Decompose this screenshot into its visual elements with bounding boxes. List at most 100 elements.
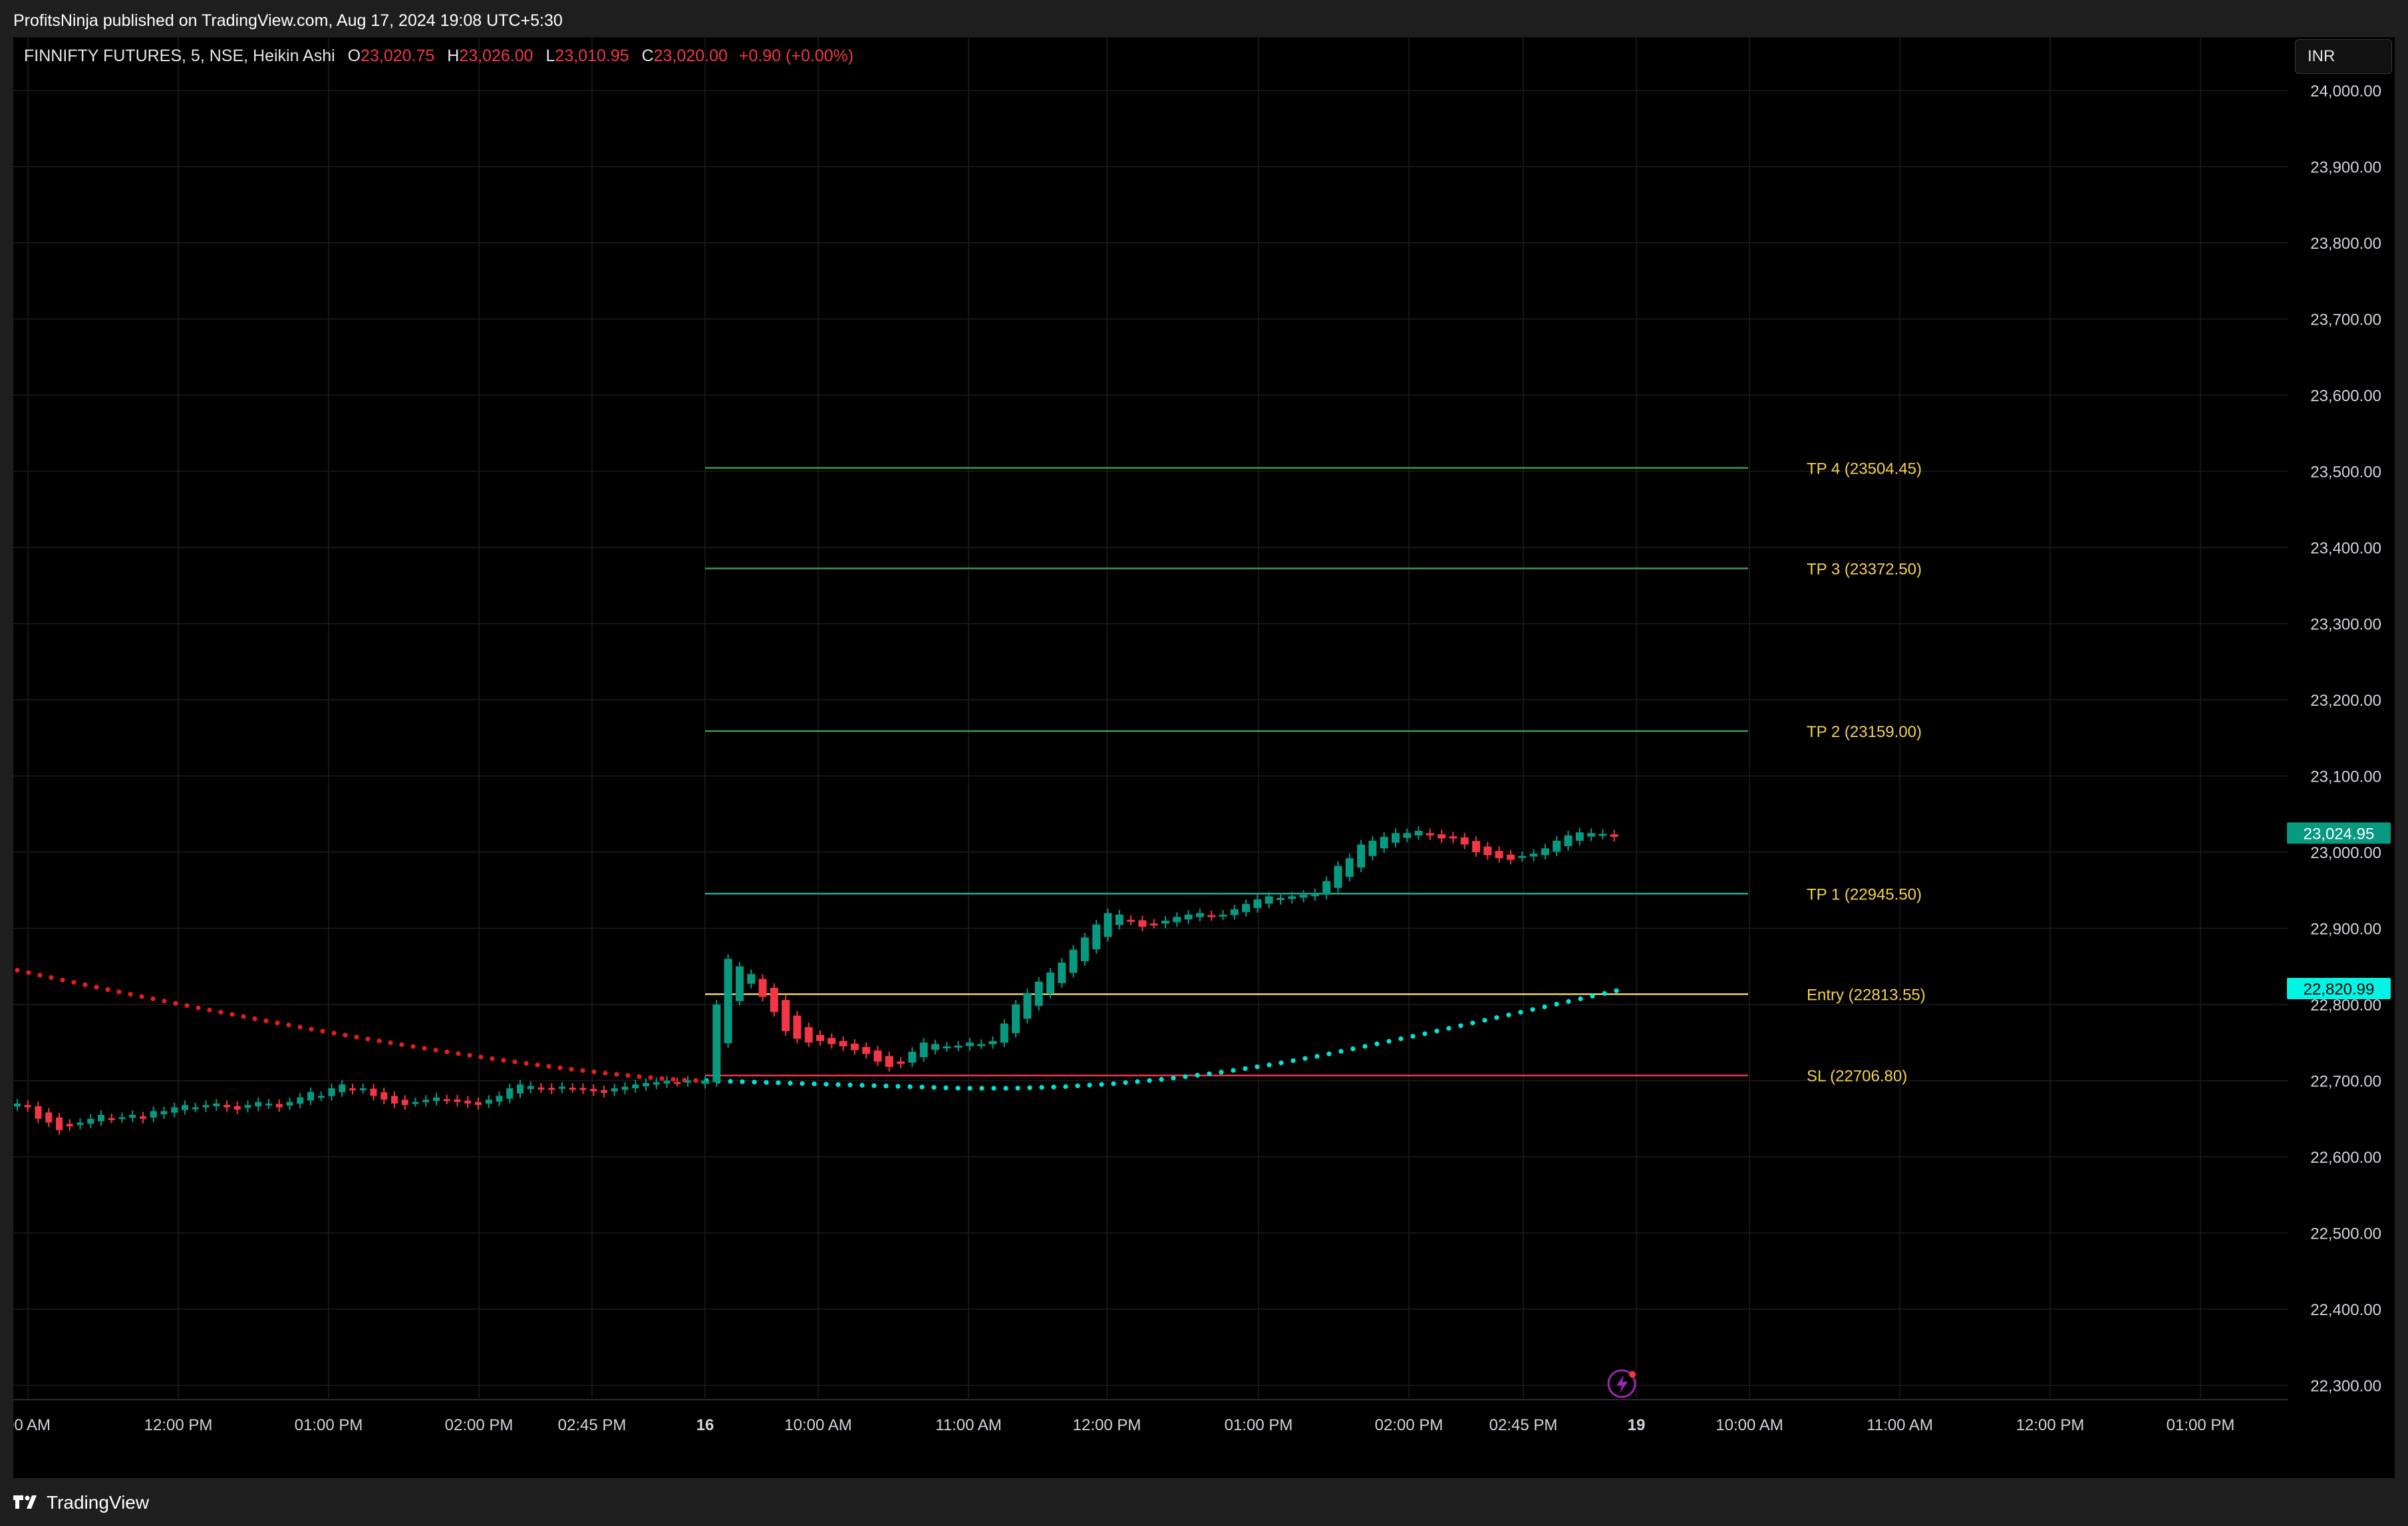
trail-dot-cyan [859, 1082, 865, 1088]
trail-dot-red [603, 1070, 608, 1076]
trail-dot-cyan [740, 1079, 745, 1084]
candle [1357, 844, 1366, 868]
candle [1265, 896, 1273, 904]
trail-dot-red [150, 996, 156, 1002]
trail-dot-cyan [1434, 1028, 1439, 1034]
currency-button[interactable]: INR [2295, 39, 2392, 74]
symbol-info[interactable]: FINNIFTY FUTURES, 5, NSE, Heikin Ashi [24, 47, 335, 65]
time-tick-label: 02:45 PM [1489, 1416, 1558, 1434]
open-label: O [347, 47, 361, 65]
candle [1575, 832, 1584, 841]
trail-dot-cyan [1147, 1078, 1152, 1083]
candle [255, 1102, 262, 1107]
candle [590, 1088, 597, 1092]
trail-dot-red [162, 998, 167, 1004]
time-tick-label: 12:00 PM [1073, 1416, 1141, 1434]
candle [701, 1080, 709, 1084]
trail-dot-red [467, 1052, 472, 1058]
time-axis: 00 AM 12:00 PM 01:00 PM 02:00 PM 02:45 PM 16 1… [13, 1416, 2234, 1434]
price-tick-label: 23,900.00 [2310, 159, 2381, 177]
candle [1058, 963, 1066, 983]
candle [954, 1045, 963, 1048]
trail-dot-cyan [1386, 1038, 1392, 1044]
candle [885, 1056, 893, 1067]
price-tick-label: 22,700.00 [2310, 1073, 2381, 1091]
trail-dot-cyan [871, 1083, 877, 1088]
footer-brand[interactable]: TradingView [47, 1492, 149, 1513]
open-value: 23,020.75 [361, 47, 435, 65]
lightning-alert-icon[interactable] [1607, 1369, 1636, 1398]
candle [1380, 837, 1388, 849]
trail-dot-cyan [895, 1084, 901, 1089]
trail-dot-cyan [1051, 1084, 1056, 1090]
trail-dot-red [580, 1068, 585, 1073]
trail-dot-cyan [1578, 996, 1583, 1002]
candle [1138, 920, 1147, 927]
trail-dot-cyan [967, 1086, 973, 1091]
trail-dot-red [478, 1054, 484, 1060]
trail-dot-cyan [752, 1080, 757, 1085]
candle [919, 1042, 928, 1058]
candle [712, 1004, 721, 1082]
candle [621, 1086, 629, 1090]
chart-canvas[interactable]: TP 4 (23504.45) TP 3 (23372.50) TP 2 (2315… [13, 37, 2395, 1478]
candle [496, 1096, 503, 1102]
candle [1115, 914, 1124, 925]
candles [14, 826, 1618, 1135]
trail-dot-cyan [835, 1082, 841, 1088]
candle [1449, 836, 1457, 839]
trail-dot-cyan [1003, 1086, 1008, 1091]
trail-dot-red [693, 1078, 698, 1084]
trail-dot-red [37, 973, 43, 978]
trail-dot-cyan [1446, 1026, 1451, 1031]
trail-dot-red [184, 1003, 190, 1008]
candle [1207, 915, 1216, 917]
candle [965, 1042, 974, 1046]
candle [233, 1106, 241, 1110]
time-tick-label: 19 [1628, 1416, 1646, 1434]
trail-dot-cyan [1075, 1083, 1080, 1088]
trail-dot-red [263, 1018, 269, 1024]
last-price-tag: 23,024.95 [2304, 825, 2375, 843]
price-tick-label: 23,800.00 [2310, 235, 2381, 253]
trail-dot-cyan [1314, 1054, 1320, 1059]
candle [45, 1112, 53, 1123]
candle [1507, 854, 1515, 860]
candle [1529, 853, 1538, 857]
trail-dot-red [671, 1076, 676, 1082]
trail-dot-red [139, 994, 144, 999]
price-tick-label: 22,400.00 [2310, 1301, 2381, 1319]
trail-dot-cyan [1326, 1051, 1332, 1056]
price-axis: 24,000.00 23,900.00 23,800.00 23,700.00 23,6… [2287, 82, 2391, 1396]
level-label-tp: TP 3 (23372.50) [1807, 560, 1922, 578]
candle [632, 1084, 639, 1089]
trail-dot-cyan [1506, 1012, 1511, 1018]
candle [475, 1102, 482, 1106]
candle [931, 1044, 939, 1050]
candle [1242, 903, 1251, 913]
candle [611, 1088, 618, 1092]
trail-dot-cyan [1111, 1081, 1116, 1086]
trail-dot-red [456, 1051, 461, 1056]
candle [443, 1099, 450, 1102]
trail-dot-cyan [1290, 1058, 1296, 1064]
trail-dot-cyan [1302, 1056, 1308, 1061]
trail-dot-cyan [1338, 1048, 1344, 1054]
trail-dot-red [286, 1022, 291, 1028]
trail-dot-red [490, 1056, 495, 1062]
candle [401, 1100, 408, 1106]
trail-dot-cyan [1027, 1085, 1032, 1090]
candle [908, 1051, 917, 1063]
candle [66, 1124, 73, 1127]
candle [213, 1103, 220, 1106]
tradingview-logo-icon[interactable] [13, 1495, 40, 1510]
price-tick-label: 24,000.00 [2310, 82, 2381, 100]
candle [339, 1084, 346, 1092]
candle [433, 1097, 440, 1101]
price-tick-label: 22,600.00 [2310, 1149, 2381, 1167]
trail-dot-red [94, 985, 99, 990]
trail-dot-red [49, 975, 54, 981]
trail-dot-cyan [1207, 1071, 1212, 1076]
chart-pane[interactable]: TP 4 (23504.45) TP 3 (23372.50) TP 2 (2315… [13, 37, 2395, 1478]
trail-dot-cyan [1398, 1036, 1404, 1042]
